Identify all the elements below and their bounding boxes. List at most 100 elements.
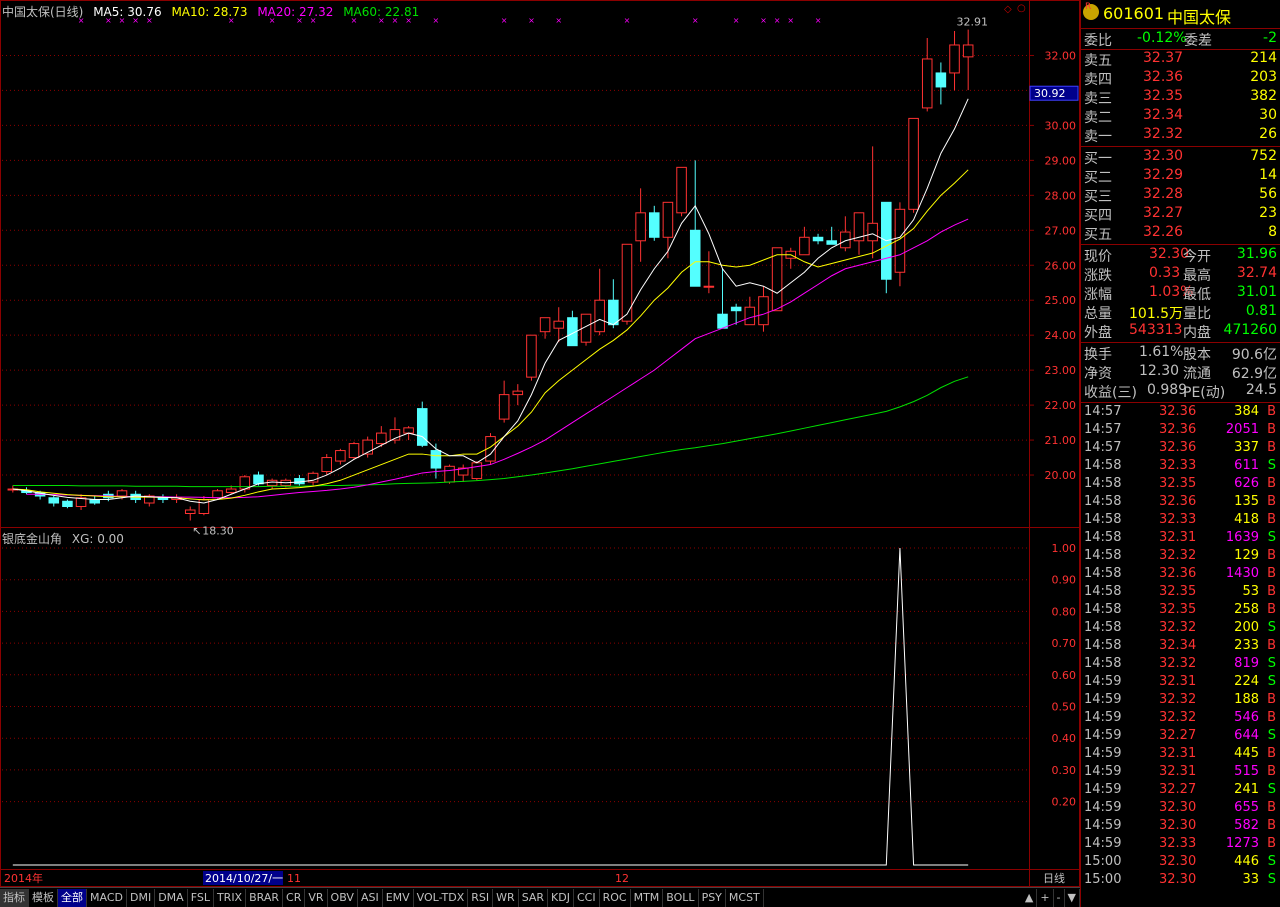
tick-side: S — [1267, 854, 1276, 869]
indicator-tick-label: 0.90 — [1052, 574, 1077, 587]
tab-asi[interactable]: ASI — [358, 888, 383, 907]
tick-row: 14:58 32.33 418 B — [1081, 512, 1280, 530]
stat-label: 收益(三) — [1084, 385, 1137, 401]
sub-chart-header: 银底金山角 XG: 0.00 — [2, 530, 130, 547]
stat-label: 现价 — [1084, 249, 1112, 265]
tab-fsl[interactable]: FSL — [188, 888, 214, 907]
tick-volume: 53 — [1242, 584, 1259, 599]
tab-rsi[interactable]: RSI — [468, 888, 494, 907]
buy-level-row[interactable]: 买二 32.29 14 — [1081, 167, 1280, 186]
tick-price: 32.30 — [1159, 800, 1197, 815]
tick-price: 32.27 — [1159, 728, 1197, 743]
candle-body — [253, 474, 264, 485]
level-volume: 30 — [1259, 107, 1277, 123]
buy-level-row[interactable]: 买四 32.27 23 — [1081, 205, 1280, 224]
candle-body — [198, 499, 210, 515]
tab-cci[interactable]: CCI — [574, 888, 600, 907]
buy-level-row[interactable]: 买一 32.30 752 — [1081, 148, 1280, 167]
stat-value: 0.989 — [1147, 382, 1188, 398]
tab-指标[interactable]: 指标 — [0, 888, 29, 907]
low-arrow-icon: ↖ — [192, 524, 201, 537]
tick-price: 32.31 — [1159, 530, 1197, 545]
sell-level-row[interactable]: 卖四 32.36 203 — [1081, 69, 1280, 88]
price-tick-label: 30.00 — [1045, 119, 1077, 132]
tick-price: 32.30 — [1159, 818, 1197, 833]
tab-macd[interactable]: MACD — [87, 888, 127, 907]
period-label[interactable]: 日线 — [1043, 871, 1065, 885]
tab-boll[interactable]: BOLL — [663, 888, 699, 907]
tick-row: 14:57 32.36 337 B — [1081, 440, 1280, 458]
candle-body — [526, 334, 537, 378]
chart-title: 中国太保(日线) — [2, 5, 84, 19]
tab-wr[interactable]: WR — [493, 888, 519, 907]
tab-mtm[interactable]: MTM — [631, 888, 664, 907]
level-price: 32.29 — [1143, 167, 1184, 183]
stat-row: 外盘 543313 内盘 471260 — [1081, 322, 1280, 341]
level-label: 卖四 — [1084, 72, 1112, 88]
zoom-in-button[interactable]: + — [1037, 888, 1054, 907]
tick-volume: 445 — [1234, 746, 1259, 761]
candle-body — [812, 236, 824, 242]
tick-time: 15:00 — [1084, 872, 1122, 887]
signal-mark: × — [733, 16, 740, 25]
price-tick-label: 29.00 — [1045, 154, 1077, 167]
tick-time: 14:59 — [1084, 692, 1122, 707]
stat-value: 1.61% — [1139, 344, 1184, 360]
tick-side: B — [1267, 818, 1276, 833]
level-volume: 214 — [1250, 50, 1277, 66]
tab-dma[interactable]: DMA — [155, 888, 188, 907]
stat-label: 内盘 — [1183, 325, 1211, 341]
tick-time: 14:58 — [1084, 566, 1122, 581]
diamond-icon[interactable]: ◇ — [1004, 4, 1012, 15]
candle-body — [376, 432, 387, 445]
sell-level-row[interactable]: 卖二 32.34 30 — [1081, 107, 1280, 126]
tick-volume: 188 — [1234, 692, 1259, 707]
tab-emv[interactable]: EMV — [383, 888, 414, 907]
candle-body — [648, 212, 660, 238]
tick-row: 14:58 32.36 1430 B — [1081, 566, 1280, 584]
tick-volume: 418 — [1234, 512, 1259, 527]
quote-title: R 601601 中国太保 — [1081, 2, 1280, 27]
tab-vr[interactable]: VR — [305, 888, 328, 907]
indicator-tick-label: 0.70 — [1052, 637, 1077, 650]
close-marker-icon[interactable]: ○ — [1017, 3, 1026, 14]
tick-time: 14:58 — [1084, 602, 1122, 617]
tick-volume: 1639 — [1225, 530, 1259, 545]
tick-row: 14:58 32.35 258 B — [1081, 602, 1280, 620]
indicator-title: 银底金山角 — [2, 532, 63, 546]
scroll-up-button[interactable]: ▲ — [1022, 888, 1038, 907]
tick-time: 14:58 — [1084, 530, 1122, 545]
tab-vol-tdx[interactable]: VOL-TDX — [414, 888, 469, 907]
tab-全部[interactable]: 全部 — [58, 888, 87, 907]
tab-trix[interactable]: TRIX — [214, 888, 247, 907]
buy-level-row[interactable]: 买三 32.28 56 — [1081, 186, 1280, 205]
tab-roc[interactable]: ROC — [600, 888, 631, 907]
scroll-down-button[interactable]: ▼ — [1065, 888, 1080, 907]
tab-模板[interactable]: 模板 — [29, 888, 58, 907]
sell-level-row[interactable]: 卖五 32.37 214 — [1081, 50, 1280, 69]
tick-volume: 337 — [1234, 440, 1259, 455]
level-label: 买五 — [1084, 227, 1112, 243]
candle-body — [512, 390, 524, 396]
zoom-out-button[interactable]: - — [1054, 888, 1065, 907]
tick-volume: 224 — [1234, 674, 1259, 689]
tab-obv[interactable]: OBV — [328, 888, 358, 907]
stat-value: 31.96 — [1236, 246, 1277, 262]
tab-mcst[interactable]: MCST — [726, 888, 764, 907]
candle-body — [471, 462, 483, 480]
level-volume: 752 — [1250, 148, 1277, 164]
chart-area[interactable]: × × × × × × × × × × × × × × × × × × × × × × × × 32.9118.30↖ 32.0… — [0, 0, 1080, 887]
stat-label: 换手 — [1084, 347, 1112, 363]
tab-brar[interactable]: BRAR — [246, 888, 284, 907]
tab-dmi[interactable]: DMI — [127, 888, 156, 907]
tab-sar[interactable]: SAR — [519, 888, 549, 907]
tick-price: 32.32 — [1159, 620, 1197, 635]
level-label: 卖二 — [1084, 110, 1112, 126]
sell-level-row[interactable]: 卖三 32.35 382 — [1081, 88, 1280, 107]
candle-body — [621, 243, 633, 322]
tab-kdj[interactable]: KDJ — [548, 888, 574, 907]
tab-cr[interactable]: CR — [283, 888, 306, 907]
tab-psy[interactable]: PSY — [699, 888, 726, 907]
sell-level-row[interactable]: 卖一 32.32 26 — [1081, 126, 1280, 145]
buy-level-row[interactable]: 买五 32.26 8 — [1081, 224, 1280, 243]
